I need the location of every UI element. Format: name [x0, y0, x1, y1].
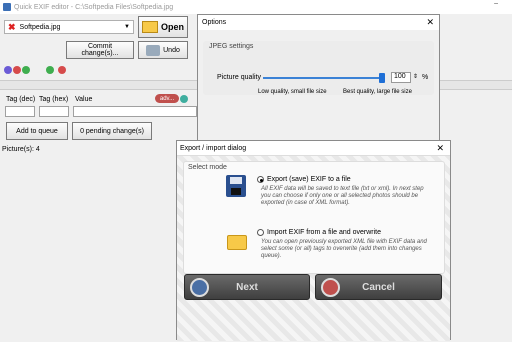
close-icon[interactable]: ✕ — [426, 17, 434, 28]
open-button[interactable]: Open — [138, 16, 188, 38]
quality-label: Picture quality — [217, 74, 261, 81]
export-option-label[interactable]: Export (save) EXIF to a file — [267, 176, 351, 183]
import-desc-2: select some (or all) tags to overwrite (… — [261, 246, 422, 252]
undo-label: Undo — [163, 46, 180, 54]
window-title: Quick EXIF editor - C:\Softpedia Files\S… — [14, 3, 174, 11]
tag-hex-field[interactable] — [39, 106, 69, 117]
next-button[interactable]: Next — [184, 274, 310, 300]
open-label: Open — [160, 22, 184, 32]
green-circle-icon[interactable] — [22, 66, 30, 74]
info-icon[interactable] — [180, 95, 188, 103]
commit-button[interactable]: Commit change(s)... — [66, 41, 134, 59]
export-body: Select mode Export (save) EXIF to a file… — [177, 156, 450, 341]
best-quality-label: Best quality, large file size — [343, 89, 412, 95]
quality-spinner[interactable]: 100 — [391, 72, 411, 83]
folder-icon — [141, 21, 158, 33]
export-header: Export / import dialog ✕ — [177, 141, 450, 156]
undo-button[interactable]: Undo — [138, 41, 188, 59]
export-desc-2: you can choose if only one or all select… — [261, 193, 419, 199]
export-import-dialog: Export / import dialog ✕ Select mode Exp… — [176, 140, 451, 341]
status-bar: Picture(s): 4 — [0, 146, 180, 156]
folder-icon — [227, 235, 247, 250]
quality-slider[interactable] — [263, 77, 385, 79]
close-icon[interactable]: ✕ — [436, 143, 444, 154]
spin-arrows-icon[interactable]: ⇕ — [413, 73, 418, 80]
jpeg-settings-group: JPEG settings Picture quality 100 ⇕ % Lo… — [203, 41, 434, 95]
red-circle-icon[interactable] — [13, 66, 21, 74]
remove-icon[interactable]: ✖ — [8, 22, 16, 33]
adv-button[interactable]: adv... — [155, 94, 179, 103]
file-combo-value: Softpedia.jpg — [19, 23, 61, 31]
minimize-button[interactable]: – — [494, 0, 498, 7]
floppy-disk-icon — [226, 175, 246, 197]
pending-changes-button[interactable]: 0 pending change(s) — [72, 122, 152, 140]
app-icon — [3, 3, 11, 11]
commit-label-1: Commit — [87, 43, 113, 50]
tag-dec-label: Tag (dec) — [6, 96, 36, 103]
export-desc-1: All EXIF data will be saved to text file… — [261, 186, 424, 192]
options-dialog: Options ✕ JPEG settings Picture quality … — [197, 14, 440, 148]
quality-unit: % — [422, 74, 429, 81]
select-mode-group: Select mode Export (save) EXIF to a file… — [183, 161, 445, 274]
add-icon[interactable] — [46, 66, 54, 74]
title-bar: Quick EXIF editor - C:\Softpedia Files\S… — [0, 0, 512, 14]
next-arrow-icon — [190, 278, 209, 297]
tag-hex-label: Tag (hex) — [39, 96, 69, 103]
file-combo[interactable]: ✖ Softpedia.jpg ▼ — [4, 20, 134, 34]
options-title: Options — [202, 19, 227, 26]
color-icons — [4, 66, 66, 74]
chevron-down-icon[interactable]: ▼ — [124, 24, 130, 30]
cancel-label: Cancel — [362, 281, 395, 293]
tag-dec-field[interactable] — [5, 106, 35, 117]
options-header: Options ✕ — [198, 15, 439, 30]
import-desc-3: queue). — [261, 253, 282, 259]
delete-icon[interactable] — [58, 66, 66, 74]
export-radio[interactable] — [257, 176, 264, 183]
purple-circle-icon[interactable] — [4, 66, 12, 74]
add-to-queue-button[interactable]: Add to queue — [6, 122, 68, 140]
import-option-label[interactable]: Import EXIF from a file and overwrite — [267, 229, 381, 236]
import-radio[interactable] — [257, 229, 264, 236]
export-desc-3: exported (in case of XML format). — [261, 200, 350, 206]
quality-fill — [263, 77, 385, 79]
cancel-button[interactable]: Cancel — [315, 274, 442, 300]
select-mode-label: Select mode — [188, 164, 227, 171]
quality-thumb[interactable] — [379, 73, 385, 83]
low-quality-label: Low quality, small file size — [258, 89, 327, 95]
jpeg-settings-label: JPEG settings — [209, 43, 254, 50]
next-label: Next — [236, 281, 258, 293]
import-desc-1: You can open previously exported XML fil… — [261, 239, 427, 245]
commit-label-2: change(s)... — [81, 50, 119, 57]
cancel-x-icon — [321, 278, 340, 297]
value-field[interactable] — [73, 106, 197, 117]
export-title: Export / import dialog — [180, 144, 247, 152]
undo-icon — [146, 44, 161, 56]
value-label: Value — [75, 96, 93, 103]
